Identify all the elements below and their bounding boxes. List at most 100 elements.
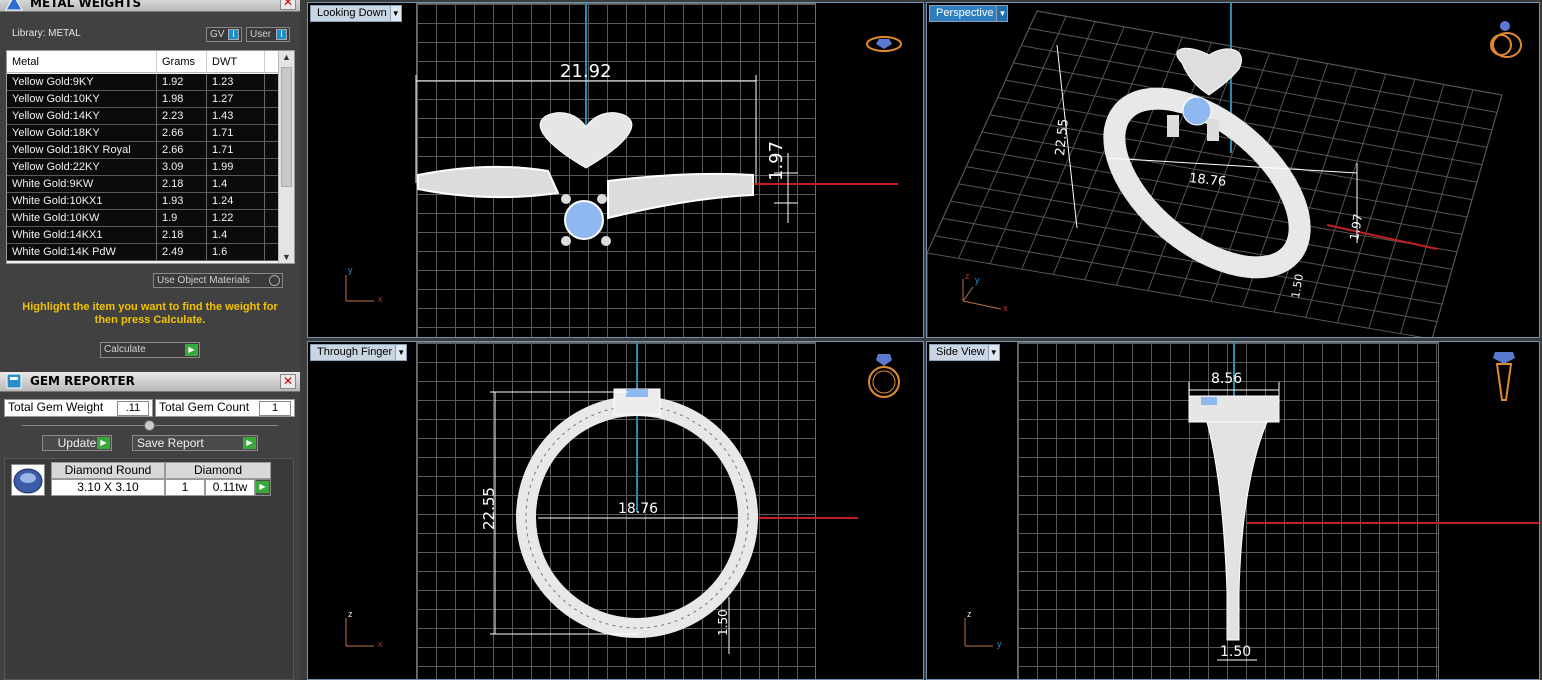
- ring-orientation-icon[interactable]: [864, 33, 904, 55]
- close-icon[interactable]: ✕: [280, 0, 296, 10]
- viewport-tab-through-finger[interactable]: Through Finger ▼: [310, 344, 408, 361]
- chevron-down-icon[interactable]: ▼: [987, 345, 999, 360]
- gem-shape: Diamond Round: [51, 462, 165, 479]
- cell-metal: White Gold:9KW: [7, 176, 157, 193]
- ring-top-drawing: [345, 3, 898, 302]
- play-icon: ▶: [97, 437, 110, 449]
- save-report-button[interactable]: Save Report ▶: [132, 435, 258, 451]
- user-toggle[interactable]: User I: [246, 27, 290, 42]
- table-row[interactable]: White Gold:9KW 2.18 1.4: [7, 176, 279, 193]
- viewport-label: Looking Down: [317, 7, 387, 19]
- viewport-side-view[interactable]: Side View ▼ 8.56 1.50 z y: [926, 341, 1540, 680]
- table-row[interactable]: Yellow Gold:22KY 3.09 1.99: [7, 159, 279, 176]
- update-button[interactable]: Update ▶: [42, 435, 112, 451]
- total-gem-count-text: Total Gem Count: [159, 400, 250, 414]
- cell-metal: Yellow Gold:22KY: [7, 159, 157, 176]
- cell-metal: White Gold:10KW: [7, 210, 157, 227]
- close-icon[interactable]: ✕: [280, 374, 296, 389]
- viewport-looking-down[interactable]: Looking Down ▼ 21.92 1.97 y x: [307, 2, 924, 338]
- viewport-tab-side-view[interactable]: Side View ▼: [929, 344, 1000, 361]
- total-gem-weight-label: Total Gem Weight .11: [4, 399, 153, 417]
- chevron-down-icon[interactable]: ▼: [996, 6, 1008, 21]
- col-grams[interactable]: Grams: [157, 51, 207, 73]
- gem-list: Diamond Round Diamond 3.10 X 3.10 1 0.11…: [4, 458, 294, 680]
- table-row[interactable]: Yellow Gold:18KY 2.66 1.71: [7, 125, 279, 142]
- gem-count: 1: [165, 479, 205, 496]
- metal-weights-table: Metal Grams DWT Yellow Gold:9KY 1.92 1.23 Y…: [6, 50, 295, 264]
- table-row[interactable]: White Gold:14K PdW 2.49 1.6: [7, 244, 279, 261]
- cell-grams: 2.49: [157, 244, 207, 261]
- cell-grams: 1.98: [157, 91, 207, 108]
- use-object-materials-label: Use Object Materials: [157, 275, 250, 286]
- cell-dwt: 1.71: [207, 142, 265, 159]
- cell-metal: White Gold:14KX1: [7, 227, 157, 244]
- ring-orientation-icon[interactable]: [864, 352, 904, 402]
- ring-side-drawing: [964, 342, 1539, 661]
- gem-select-button[interactable]: ▶: [255, 479, 271, 496]
- dimension-width: 21.92: [560, 61, 612, 82]
- table-row[interactable]: Yellow Gold:18KY Royal 2.66 1.71: [7, 142, 279, 159]
- cell-grams: 2.66: [157, 125, 207, 142]
- metal-weights-icon: [4, 0, 24, 12]
- metal-weights-titlebar: METAL WEIGHTS ✕: [0, 0, 300, 12]
- splitter-handle-icon[interactable]: [144, 420, 155, 431]
- table-row[interactable]: Yellow Gold:9KY 1.92 1.23: [7, 74, 279, 91]
- play-icon: ▶: [243, 437, 256, 449]
- table-row[interactable]: White Gold:14KX1 2.18 1.4: [7, 227, 279, 244]
- cell-dwt: 1.24: [207, 193, 265, 210]
- library-label: Library: METAL: [12, 28, 81, 39]
- user-label: User: [250, 29, 272, 40]
- calculate-button[interactable]: Calculate ▶: [100, 342, 200, 358]
- gem-reporter-title: GEM REPORTER: [30, 374, 135, 388]
- cell-metal: White Gold:14K PdW: [7, 244, 157, 261]
- viewport-label: Through Finger: [317, 346, 393, 358]
- cell-grams: 2.66: [157, 142, 207, 159]
- gem-row[interactable]: Diamond Round Diamond 3.10 X 3.10 1 0.11…: [9, 462, 271, 498]
- col-dwt[interactable]: DWT: [207, 51, 265, 73]
- ring-perspective-drawing: [927, 3, 1503, 337]
- use-object-materials-toggle[interactable]: Use Object Materials: [153, 273, 283, 288]
- axis-label: y: [975, 275, 980, 285]
- axis-label: z: [967, 609, 972, 619]
- cell-dwt: 1.71: [207, 125, 265, 142]
- cell-grams: 1.93: [157, 193, 207, 210]
- metal-weights-title: METAL WEIGHTS: [30, 0, 142, 10]
- scroll-thumb[interactable]: [281, 67, 292, 187]
- cell-dwt: 1.4: [207, 227, 265, 244]
- cell-dwt: 1.23: [207, 74, 265, 91]
- scroll-down-icon[interactable]: ▼: [282, 252, 291, 262]
- axis-label: x: [1003, 303, 1008, 313]
- table-row[interactable]: White Gold:10KW 1.9 1.22: [7, 210, 279, 227]
- table-row[interactable]: Yellow Gold:10KY 1.98 1.27: [7, 91, 279, 108]
- cell-grams: 2.23: [157, 108, 207, 125]
- cell-dwt: 1.4: [207, 176, 265, 193]
- col-metal[interactable]: Metal: [7, 51, 157, 73]
- scroll-up-icon[interactable]: ▲: [282, 52, 291, 62]
- axis-label: y: [348, 265, 353, 275]
- ring-orientation-icon[interactable]: [1489, 350, 1519, 404]
- cell-metal: Yellow Gold:18KY: [7, 125, 157, 142]
- cell-grams: 2.18: [157, 227, 207, 244]
- ring-orientation-icon[interactable]: [1485, 19, 1525, 61]
- table-row[interactable]: Yellow Gold:14KY 2.23 1.43: [7, 108, 279, 125]
- chevron-down-icon[interactable]: ▼: [395, 345, 407, 360]
- dimension-width: 18.76: [618, 501, 659, 517]
- table-scrollbar[interactable]: ▲ ▼: [278, 51, 294, 263]
- gem-reporter-icon: [4, 372, 24, 390]
- viewport-tab-perspective[interactable]: Perspective ▼: [929, 5, 1009, 22]
- calculate-hint: Highlight the item you want to find the …: [22, 301, 278, 326]
- table-header: Metal Grams DWT: [7, 51, 279, 73]
- gv-toggle[interactable]: GV I: [206, 27, 242, 42]
- axis-label: z: [348, 609, 353, 619]
- cell-grams: 1.9: [157, 210, 207, 227]
- axis-label: x: [378, 639, 383, 649]
- gv-label: GV: [210, 29, 225, 40]
- viewport-tab-looking-down[interactable]: Looking Down ▼: [310, 5, 402, 22]
- radio-icon: [269, 275, 280, 286]
- viewport-through-finger[interactable]: Through Finger ▼ 22.55 18.76 1.50 z x: [307, 341, 924, 680]
- table-row[interactable]: White Gold:10KX1 1.93 1.24: [7, 193, 279, 210]
- viewport-perspective[interactable]: Perspective ▼ 22.55 18.76 1.97 1.50 z y …: [926, 2, 1540, 338]
- update-label: Update: [57, 436, 97, 450]
- cell-metal: White Gold:10KX1: [7, 193, 157, 210]
- chevron-down-icon[interactable]: ▼: [389, 6, 401, 21]
